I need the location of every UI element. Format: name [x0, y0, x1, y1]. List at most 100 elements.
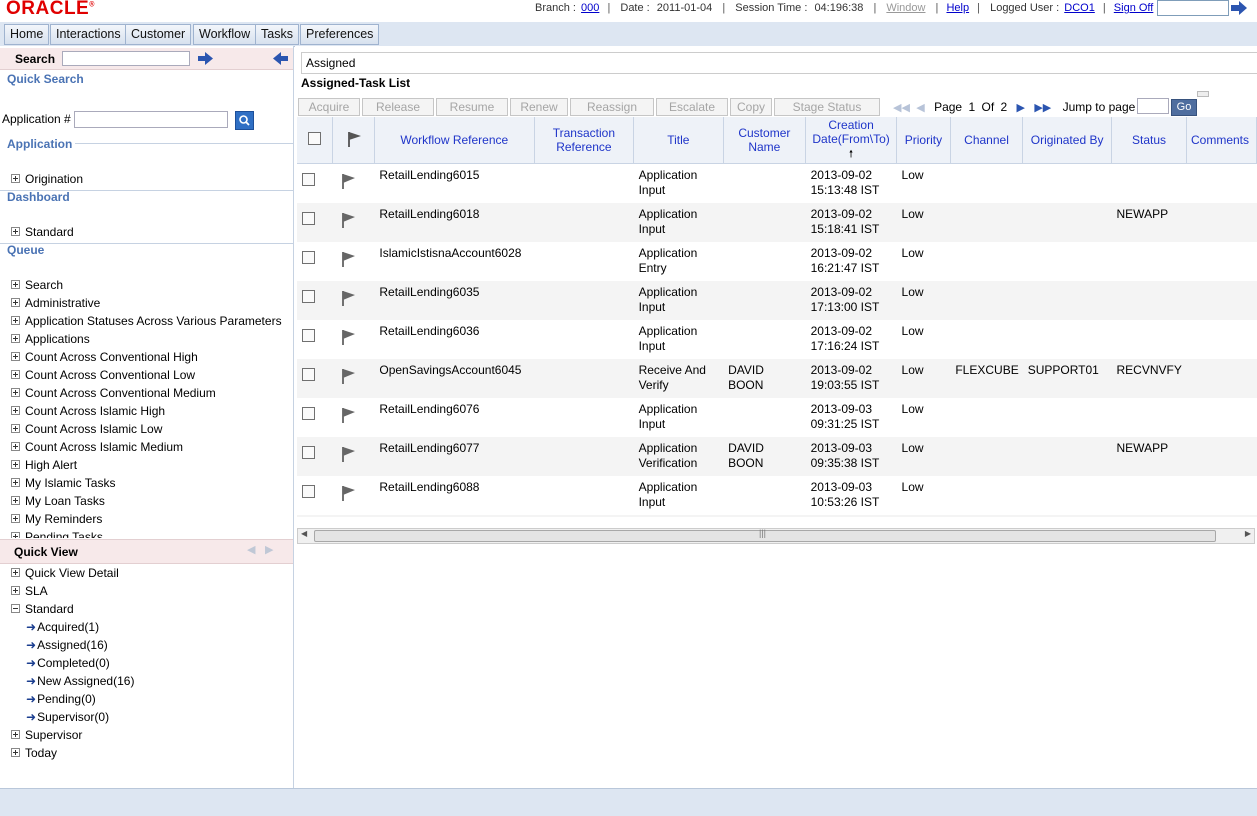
table-row[interactable]: RetailLending6015 Application Input 2013-…: [297, 164, 1257, 204]
col-transaction-reference[interactable]: Transaction Reference: [534, 117, 635, 164]
go-button[interactable]: Go: [1171, 99, 1197, 116]
col-originated-by[interactable]: Originated By: [1022, 117, 1113, 164]
tree-item-supervisor[interactable]: Supervisor: [11, 728, 82, 742]
workflow-reference[interactable]: RetailLending6089: [374, 515, 535, 517]
workflow-reference[interactable]: RetailLending6036: [374, 320, 534, 359]
row-checkbox-cell[interactable]: [297, 203, 333, 242]
col-workflow-reference[interactable]: Workflow Reference: [374, 117, 535, 164]
prev-page-icon[interactable]: ◀: [916, 102, 924, 114]
table-row[interactable]: RetailLending6076 Application Input 2013-…: [297, 398, 1257, 437]
workflow-reference[interactable]: RetailLending6076: [374, 398, 534, 437]
workflow-reference[interactable]: OpenSavingsAccount6045: [374, 359, 535, 398]
row-checkbox-cell[interactable]: [297, 164, 333, 204]
row-checkbox[interactable]: [302, 485, 315, 498]
tree-item-queue[interactable]: Pending Tasks: [11, 530, 103, 538]
logged-user-link[interactable]: DCO1: [1064, 2, 1095, 14]
table-row[interactable]: RetailLending6018 Application Input 2013-…: [297, 203, 1257, 242]
tree-item-queue[interactable]: Count Across Islamic Low: [11, 422, 162, 436]
row-checkbox-cell[interactable]: [297, 281, 333, 320]
horizontal-scrollbar[interactable]: ◀ ||| ▶: [297, 528, 1255, 544]
tree-item-queue[interactable]: Count Across Conventional Medium: [11, 386, 216, 400]
workflow-reference[interactable]: RetailLending6077: [374, 437, 535, 476]
chevron-right-icon[interactable]: ▶: [265, 543, 273, 556]
row-checkbox[interactable]: [302, 329, 315, 342]
tab-customer[interactable]: Customer: [125, 24, 192, 45]
scroll-left-icon[interactable]: ◀: [301, 529, 307, 538]
table-row[interactable]: RetailLending6035 Application Input 2013-…: [297, 281, 1257, 320]
row-checkbox-cell[interactable]: [297, 359, 333, 398]
tree-item-queue[interactable]: My Islamic Tasks: [11, 476, 115, 490]
row-checkbox[interactable]: [302, 446, 315, 459]
tree-item-queue[interactable]: High Alert: [11, 458, 77, 472]
release-button[interactable]: Release: [362, 98, 434, 116]
scrollbar-thumb[interactable]: |||: [314, 528, 1216, 542]
arrow-right-icon[interactable]: [198, 52, 213, 65]
quick-view-completed[interactable]: ➜Completed(0): [26, 656, 110, 670]
tree-item-queue[interactable]: My Loan Tasks: [11, 494, 105, 508]
quick-view-assigned[interactable]: ➜Assigned(16): [26, 638, 108, 652]
col-title[interactable]: Title: [633, 117, 724, 164]
header-search-input[interactable]: [1157, 0, 1229, 16]
tree-item-standard-expanded[interactable]: Standard: [11, 602, 74, 616]
sidebar-search-input[interactable]: [62, 51, 190, 66]
tree-item-queue[interactable]: Applications: [11, 332, 90, 346]
workflow-reference[interactable]: RetailLending6018: [374, 203, 535, 242]
search-icon[interactable]: [235, 111, 254, 130]
renew-button[interactable]: Renew: [510, 98, 568, 116]
select-all-checkbox[interactable]: [308, 132, 322, 145]
tab-home[interactable]: Home: [4, 24, 50, 45]
reassign-button[interactable]: Reassign: [570, 98, 654, 116]
expand-icon[interactable]: [11, 227, 20, 236]
tree-item-queue[interactable]: Count Across Islamic Medium: [11, 440, 183, 454]
tree-item-queue[interactable]: Application Statuses Across Various Para…: [11, 314, 282, 328]
expand-icon[interactable]: [11, 174, 20, 183]
jump-to-page-input[interactable]: [1137, 98, 1169, 114]
tree-item-standard[interactable]: Standard: [11, 225, 74, 239]
window-link[interactable]: Window: [886, 2, 925, 14]
queue-list[interactable]: Search Administrative Application Status…: [0, 274, 293, 538]
copy-button[interactable]: Copy: [730, 98, 772, 116]
table-row[interactable]: IslamicIstisnaAccount6028 Application Ent…: [297, 242, 1257, 281]
table-row[interactable]: RetailLending6088 Application Input 2013-…: [297, 476, 1257, 515]
scroll-right-icon[interactable]: ▶: [1245, 529, 1251, 538]
col-channel[interactable]: Channel: [950, 117, 1024, 164]
application-number-input[interactable]: [74, 111, 228, 128]
row-checkbox[interactable]: [302, 212, 315, 225]
tab-tasks[interactable]: Tasks: [255, 24, 299, 45]
row-checkbox[interactable]: [302, 290, 315, 303]
tree-item-quick-view-detail[interactable]: Quick View Detail: [11, 566, 119, 580]
workflow-reference[interactable]: RetailLending6088: [374, 476, 534, 515]
quick-view-acquired[interactable]: ➜Acquired(1): [26, 620, 99, 634]
collapse-left-icon[interactable]: [273, 52, 288, 65]
arrow-right-icon[interactable]: [1231, 1, 1247, 15]
table-row[interactable]: RetailLending6089 ApplicationInput 2013-…: [297, 515, 1257, 517]
table-row[interactable]: RetailLending6036 Application Input 2013-…: [297, 320, 1257, 359]
col-status[interactable]: Status: [1111, 117, 1187, 164]
tree-item-sla[interactable]: SLA: [11, 584, 48, 598]
tree-item-queue[interactable]: My Reminders: [11, 512, 102, 526]
table-row[interactable]: RetailLending6077 Application Verificatio…: [297, 437, 1257, 476]
quick-view-supervisor-count[interactable]: ➜Supervisor(0): [26, 710, 109, 724]
first-page-icon[interactable]: ◀◀: [893, 102, 910, 114]
row-checkbox[interactable]: [302, 173, 315, 186]
table-row[interactable]: OpenSavingsAccount6045 Receive And Verify…: [297, 359, 1257, 398]
next-page-icon[interactable]: ▶: [1017, 102, 1025, 114]
row-checkbox-cell[interactable]: [297, 476, 333, 515]
tree-item-queue[interactable]: Count Across Conventional Low: [11, 368, 195, 382]
branch-link[interactable]: 000: [581, 2, 599, 14]
last-page-icon[interactable]: ▶▶: [1034, 102, 1051, 114]
col-priority[interactable]: Priority: [896, 117, 951, 164]
tab-workflow[interactable]: Workflow: [193, 24, 257, 45]
acquire-button[interactable]: Acquire: [298, 98, 360, 116]
escalate-button[interactable]: Escalate: [656, 98, 728, 116]
quick-view-pending[interactable]: ➜Pending(0): [26, 692, 96, 706]
chevron-left-icon[interactable]: ◀: [247, 543, 255, 556]
select-all-header[interactable]: [297, 117, 334, 164]
tab-preferences[interactable]: Preferences: [300, 24, 380, 45]
tab-interactions[interactable]: Interactions: [50, 24, 127, 45]
workflow-reference[interactable]: RetailLending6015: [374, 164, 534, 204]
resume-button[interactable]: Resume: [436, 98, 508, 116]
quick-view-new-assigned[interactable]: ➜New Assigned(16): [26, 674, 134, 688]
tree-item-queue[interactable]: Administrative: [11, 296, 100, 310]
row-checkbox[interactable]: [302, 251, 315, 264]
